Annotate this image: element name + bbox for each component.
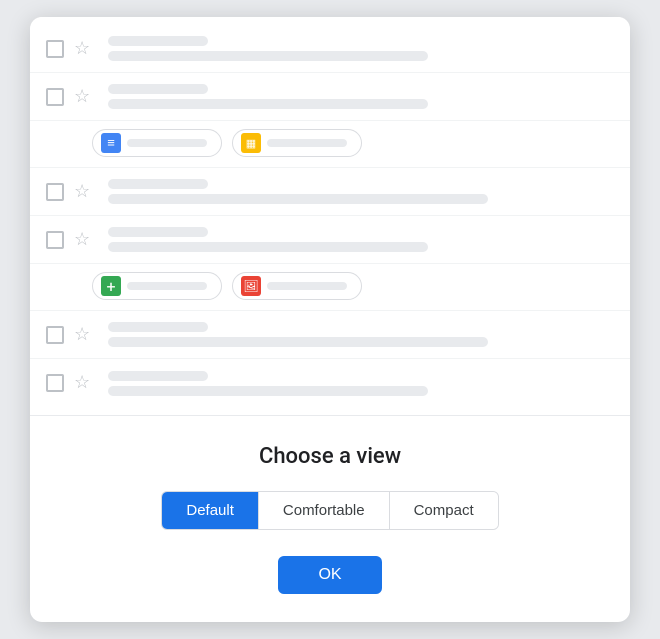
view-option-comfortable[interactable]: Comfortable — [259, 492, 390, 529]
chip-label — [127, 282, 207, 290]
attachment-row: + 🖼 — [30, 264, 630, 311]
row-checkbox[interactable] — [46, 40, 64, 58]
email-list: ☆ ☆ ≡ ▦ — [30, 17, 630, 416]
sender-placeholder — [108, 322, 208, 332]
sender-placeholder — [108, 36, 208, 46]
table-row: ☆ — [30, 311, 630, 359]
table-row: ☆ — [30, 359, 630, 407]
image-icon: 🖼 — [241, 276, 261, 296]
subject-placeholder — [108, 51, 428, 61]
sender-placeholder — [108, 227, 208, 237]
attachment-chip[interactable]: + — [92, 272, 222, 300]
ok-button[interactable]: OK — [278, 556, 381, 594]
star-icon[interactable]: ☆ — [74, 39, 94, 59]
subject-placeholder — [108, 242, 428, 252]
row-checkbox[interactable] — [46, 374, 64, 392]
sender-placeholder — [108, 84, 208, 94]
star-icon[interactable]: ☆ — [74, 87, 94, 107]
dialog-title: Choose a view — [54, 444, 606, 469]
attachment-chip[interactable]: ▦ — [232, 129, 362, 157]
dialog-section: Choose a view Default Comfortable Compac… — [30, 416, 630, 622]
subject-placeholder — [108, 337, 488, 347]
attachment-chip[interactable]: 🖼 — [232, 272, 362, 300]
view-option-compact[interactable]: Compact — [390, 492, 498, 529]
sender-placeholder — [108, 371, 208, 381]
subject-placeholder — [108, 194, 488, 204]
table-row: ☆ — [30, 168, 630, 216]
row-checkbox[interactable] — [46, 183, 64, 201]
chip-label — [127, 139, 207, 147]
chip-label — [267, 282, 347, 290]
sender-placeholder — [108, 179, 208, 189]
view-option-default[interactable]: Default — [162, 492, 259, 529]
slides-icon: + — [101, 276, 121, 296]
star-icon[interactable]: ☆ — [74, 230, 94, 250]
attachment-chip[interactable]: ≡ — [92, 129, 222, 157]
table-row: ☆ — [30, 73, 630, 121]
sheets-icon: ▦ — [241, 133, 261, 153]
star-icon[interactable]: ☆ — [74, 182, 94, 202]
row-checkbox[interactable] — [46, 88, 64, 106]
modal-container: ☆ ☆ ≡ ▦ — [30, 17, 630, 622]
star-icon[interactable]: ☆ — [74, 325, 94, 345]
table-row: ☆ — [30, 216, 630, 264]
star-icon[interactable]: ☆ — [74, 373, 94, 393]
table-row: ☆ — [30, 25, 630, 73]
chip-label — [267, 139, 347, 147]
subject-placeholder — [108, 99, 428, 109]
subject-placeholder — [108, 386, 428, 396]
attachment-row: ≡ ▦ — [30, 121, 630, 168]
view-options-group: Default Comfortable Compact — [161, 491, 498, 530]
doc-icon: ≡ — [101, 133, 121, 153]
row-checkbox[interactable] — [46, 231, 64, 249]
row-checkbox[interactable] — [46, 326, 64, 344]
